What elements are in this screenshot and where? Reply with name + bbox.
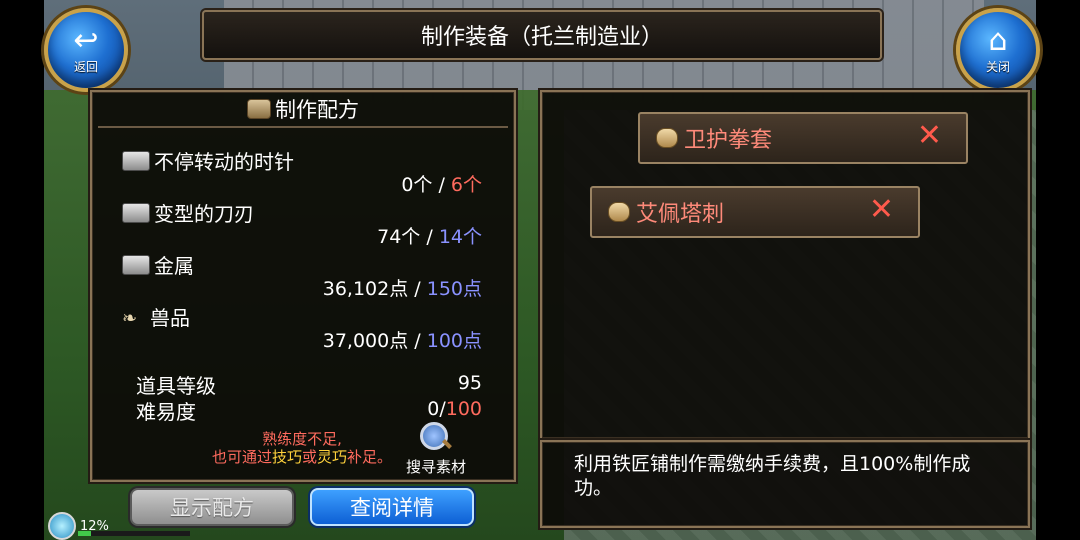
result-item-name: 艾佩塔刺	[636, 202, 725, 227]
ingot-icon	[122, 150, 150, 171]
chest-icon	[247, 99, 271, 119]
material-row: 变型的刀刃	[122, 198, 254, 227]
material-row: ❧ 兽品	[122, 302, 190, 331]
quantity-have: 0个	[401, 174, 433, 196]
header-divider	[98, 126, 508, 128]
window-title-bar: 制作装备（托兰制造业）	[202, 10, 882, 60]
window-title: 制作装备（托兰制造业）	[420, 25, 663, 50]
view-detail-button[interactable]: 查阅详情	[310, 488, 474, 526]
result-item[interactable]: 艾佩塔刺 ✕	[590, 186, 920, 238]
material-name: 兽品	[150, 306, 190, 330]
orb-icon	[48, 512, 76, 540]
home-icon: ⌂	[988, 22, 1008, 58]
quantity-have: 37,000点	[322, 330, 409, 352]
quantity-need: 150点	[426, 278, 482, 300]
proficiency-warning: 熟练度不足, 也可通过技巧或灵巧补足。	[192, 430, 412, 466]
material-quantity: 36,102点 / 150点	[322, 278, 482, 300]
ingot-icon	[122, 202, 150, 223]
show-recipe-button[interactable]: 显示配方	[130, 488, 294, 526]
description-text: 利用铁匠铺制作需缴纳手续费，且100%制作成功。	[574, 453, 971, 499]
material-row: 金属	[122, 250, 194, 279]
quantity-need: 14个	[438, 226, 482, 248]
quantity-have: 74个	[377, 226, 421, 248]
back-button-label: 返回	[73, 59, 98, 74]
warning-line-1: 熟练度不足,	[262, 430, 342, 448]
dex-highlight: 灵巧	[317, 448, 348, 466]
description-panel: 利用铁匠铺制作需缴纳手续费，且100%制作成功。	[540, 440, 1030, 528]
search-materials-label: 搜寻素材	[405, 458, 466, 476]
result-item[interactable]: 卫护拳套 ✕	[638, 112, 968, 164]
material-row: 不停转动的时针	[122, 146, 294, 175]
skill-highlight: 技巧	[271, 448, 302, 466]
item-level-value: 95	[457, 372, 482, 394]
material-quantity: 74个 / 14个	[377, 226, 482, 248]
recipe-header: 制作配方	[92, 94, 514, 124]
result-items-panel: 卫护拳套 ✕ 艾佩塔刺 ✕	[540, 90, 1030, 440]
scroll-icon	[656, 128, 678, 148]
quantity-need: 6个	[450, 174, 482, 196]
experience-bar-fill	[78, 531, 92, 536]
remove-icon[interactable]: ✕	[917, 120, 942, 152]
close-button[interactable]: ⌂ 关闭	[956, 8, 1040, 92]
material-name: 金属	[154, 254, 194, 278]
back-arrow-icon: ↩	[73, 22, 99, 58]
material-quantity: 0个 / 6个	[401, 174, 482, 196]
experience-bar	[78, 531, 190, 536]
material-quantity: 37,000点 / 100点	[322, 330, 482, 352]
difficulty-value: 0/100	[427, 398, 482, 420]
remove-icon[interactable]: ✕	[869, 194, 894, 226]
difficulty-label: 难易度	[136, 400, 196, 424]
result-item-name: 卫护拳套	[684, 128, 773, 153]
ingot-icon	[122, 254, 150, 275]
difficulty-max: 100	[445, 398, 482, 420]
magnifier-icon	[420, 422, 448, 450]
difficulty-have: 0	[427, 398, 440, 420]
fang-icon: ❧	[122, 307, 138, 329]
recipe-panel: 制作配方 不停转动的时针 0个 / 6个 变型的刀刃 74个 / 14个 金属 …	[90, 90, 516, 482]
quantity-have: 36,102点	[322, 278, 409, 300]
item-level-label: 道具等级	[136, 374, 216, 398]
search-materials-button[interactable]: 搜寻素材	[398, 422, 474, 478]
scroll-icon	[608, 202, 630, 222]
close-button-label: 关闭	[985, 59, 1010, 74]
back-button[interactable]: ↩ 返回	[44, 8, 128, 92]
warning-line-2: 也可通过技巧或灵巧补足。	[211, 448, 393, 466]
material-name: 不停转动的时针	[154, 150, 294, 174]
quantity-need: 100点	[426, 330, 482, 352]
recipe-header-label: 制作配方	[275, 98, 359, 122]
material-name: 变型的刀刃	[154, 202, 254, 226]
